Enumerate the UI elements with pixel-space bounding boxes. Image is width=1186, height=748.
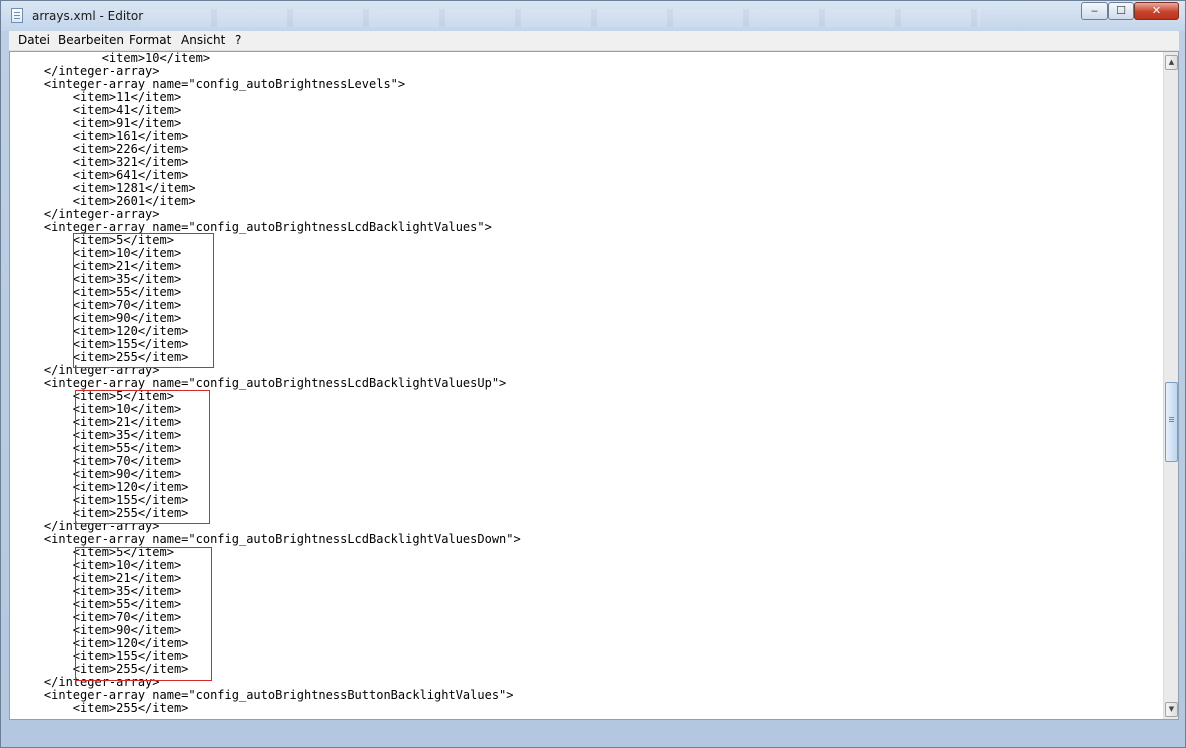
vertical-scrollbar[interactable]: ▲ ▼ xyxy=(1163,52,1178,719)
menu-format[interactable]: Format xyxy=(129,33,171,47)
maximize-button[interactable]: ☐ xyxy=(1108,2,1134,20)
menu-bearbeiten[interactable]: Bearbeiten xyxy=(58,33,124,47)
window-bottom-frame xyxy=(9,720,1179,740)
background-taskbar-ghost xyxy=(141,9,981,27)
menu-help[interactable]: ? xyxy=(235,33,241,47)
text-editor-area[interactable]: <item>10</item> </integer-array> <intege… xyxy=(9,51,1179,720)
minimize-icon: ‒ xyxy=(1091,4,1098,17)
menu-ansicht[interactable]: Ansicht xyxy=(181,33,225,47)
arrow-down-icon: ▼ xyxy=(1168,705,1175,713)
close-button[interactable]: ✕ xyxy=(1134,2,1179,20)
scroll-down-button[interactable]: ▼ xyxy=(1165,702,1178,717)
scroll-up-button[interactable]: ▲ xyxy=(1165,55,1178,70)
editor-window: arrays.xml - Editor ‒ ☐ ✕ Datei Bearbeit… xyxy=(0,0,1186,748)
code-line[interactable]: <item>255</item> xyxy=(15,702,521,715)
notepad-icon xyxy=(11,8,23,23)
scrollbar-thumb[interactable] xyxy=(1165,382,1178,462)
text-content[interactable]: <item>10</item> </integer-array> <intege… xyxy=(10,52,521,715)
menu-datei[interactable]: Datei xyxy=(18,33,50,47)
close-icon: ✕ xyxy=(1151,4,1162,17)
window-title: arrays.xml - Editor xyxy=(32,9,144,23)
maximize-icon: ☐ xyxy=(1116,4,1126,17)
arrow-up-icon: ▲ xyxy=(1168,58,1175,66)
minimize-button[interactable]: ‒ xyxy=(1081,2,1108,20)
title-bar[interactable]: arrays.xml - Editor ‒ ☐ ✕ xyxy=(1,1,1185,31)
menu-bar: Datei Bearbeiten Format Ansicht ? xyxy=(9,31,1179,51)
